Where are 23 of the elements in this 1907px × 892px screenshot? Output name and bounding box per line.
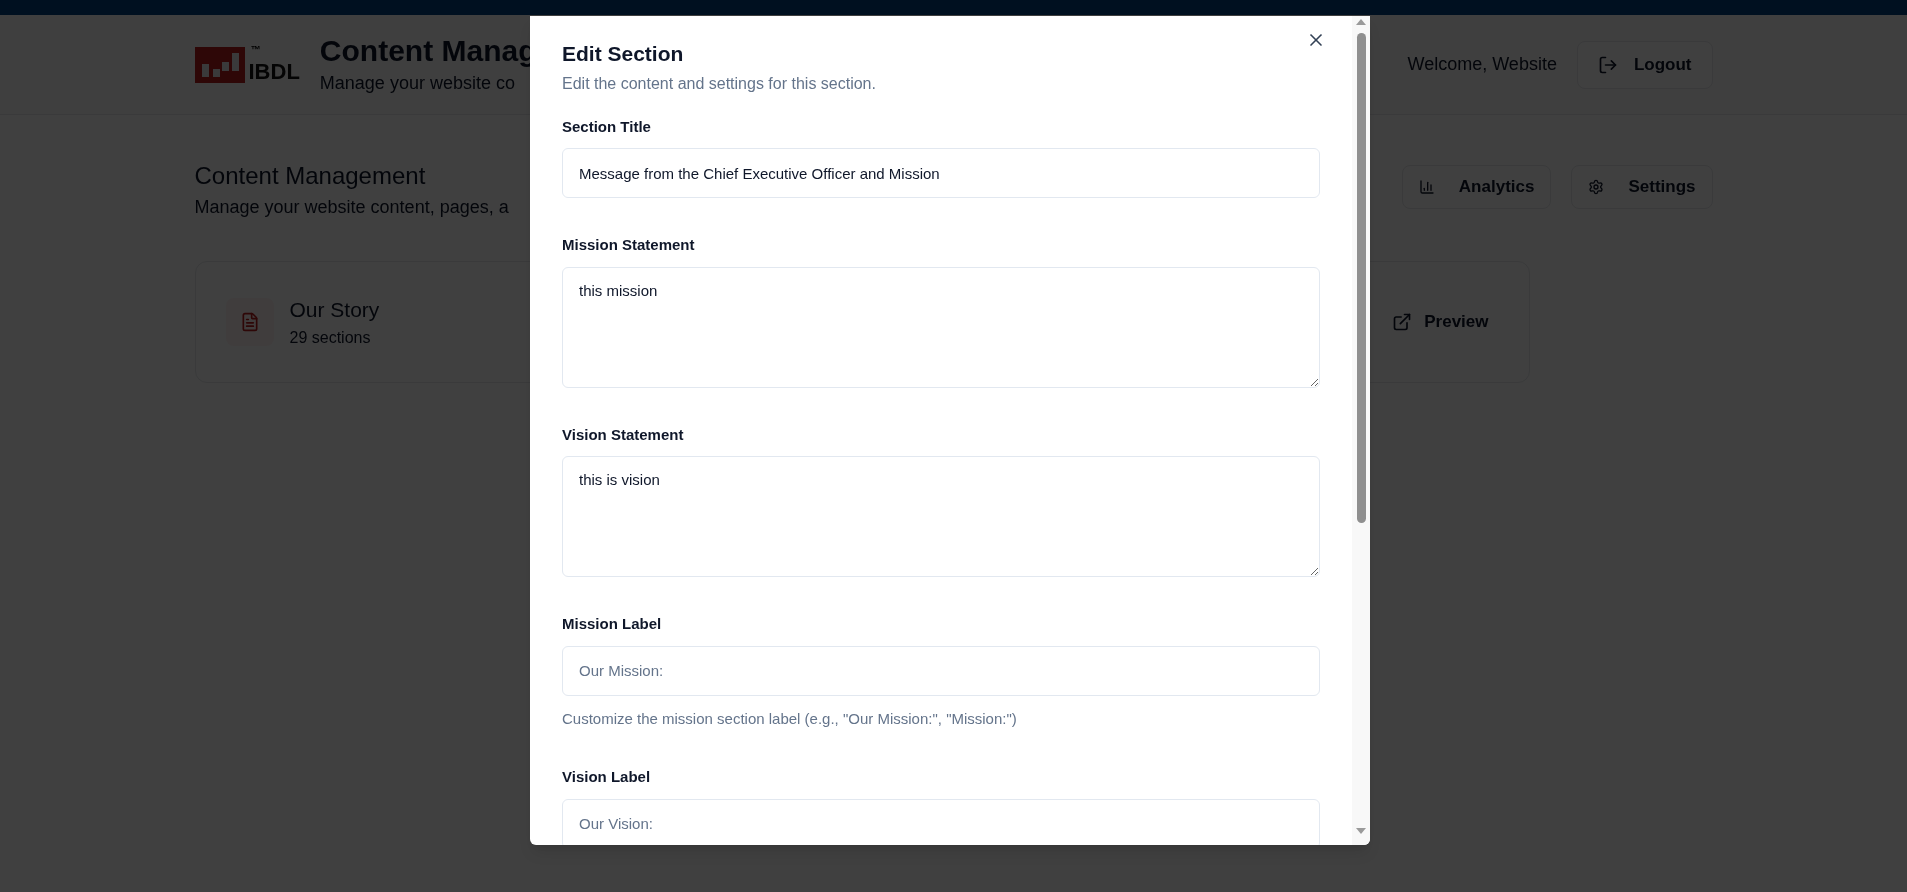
help-text: Customize the mission section label (e.g., "Our Mission:", "Mission:") [562, 708, 1018, 729]
page-name: Our Story [289, 297, 380, 324]
welcome-text: Welcome, Website [1407, 53, 1557, 76]
field-label: Mission Label [562, 614, 663, 634]
field-label: Vision Statement [562, 424, 685, 445]
input-field[interactable]: Our Vision: [562, 798, 1320, 845]
text-area[interactable]: this mission [562, 266, 1320, 388]
input-field[interactable]: Message from the Chief Executive Officer and Mission [562, 148, 1320, 198]
dialog-description: Edit the content and settings for this section. [562, 73, 877, 94]
field-label: Vision Label [562, 767, 652, 787]
field-label: Section Title [562, 116, 652, 137]
text-area[interactable]: this is vision [562, 456, 1320, 577]
section-count: 29 sections [289, 327, 372, 348]
trademark-mark: ™ [250, 44, 261, 55]
header-subtitle: Manage your website co [319, 71, 516, 95]
page-title: Content Management [194, 161, 427, 191]
scrollbar-thumb[interactable] [1356, 33, 1366, 523]
dialog-title: Edit Section [562, 41, 685, 67]
scroll-up-arrow-icon [1356, 19, 1366, 25]
input-field[interactable]: Our Mission: [562, 645, 1320, 696]
scroll-down-arrow-icon [1356, 828, 1366, 834]
field-label: Mission Statement [562, 235, 696, 255]
page-subtitle: Manage your website content, pages, a [194, 196, 509, 219]
